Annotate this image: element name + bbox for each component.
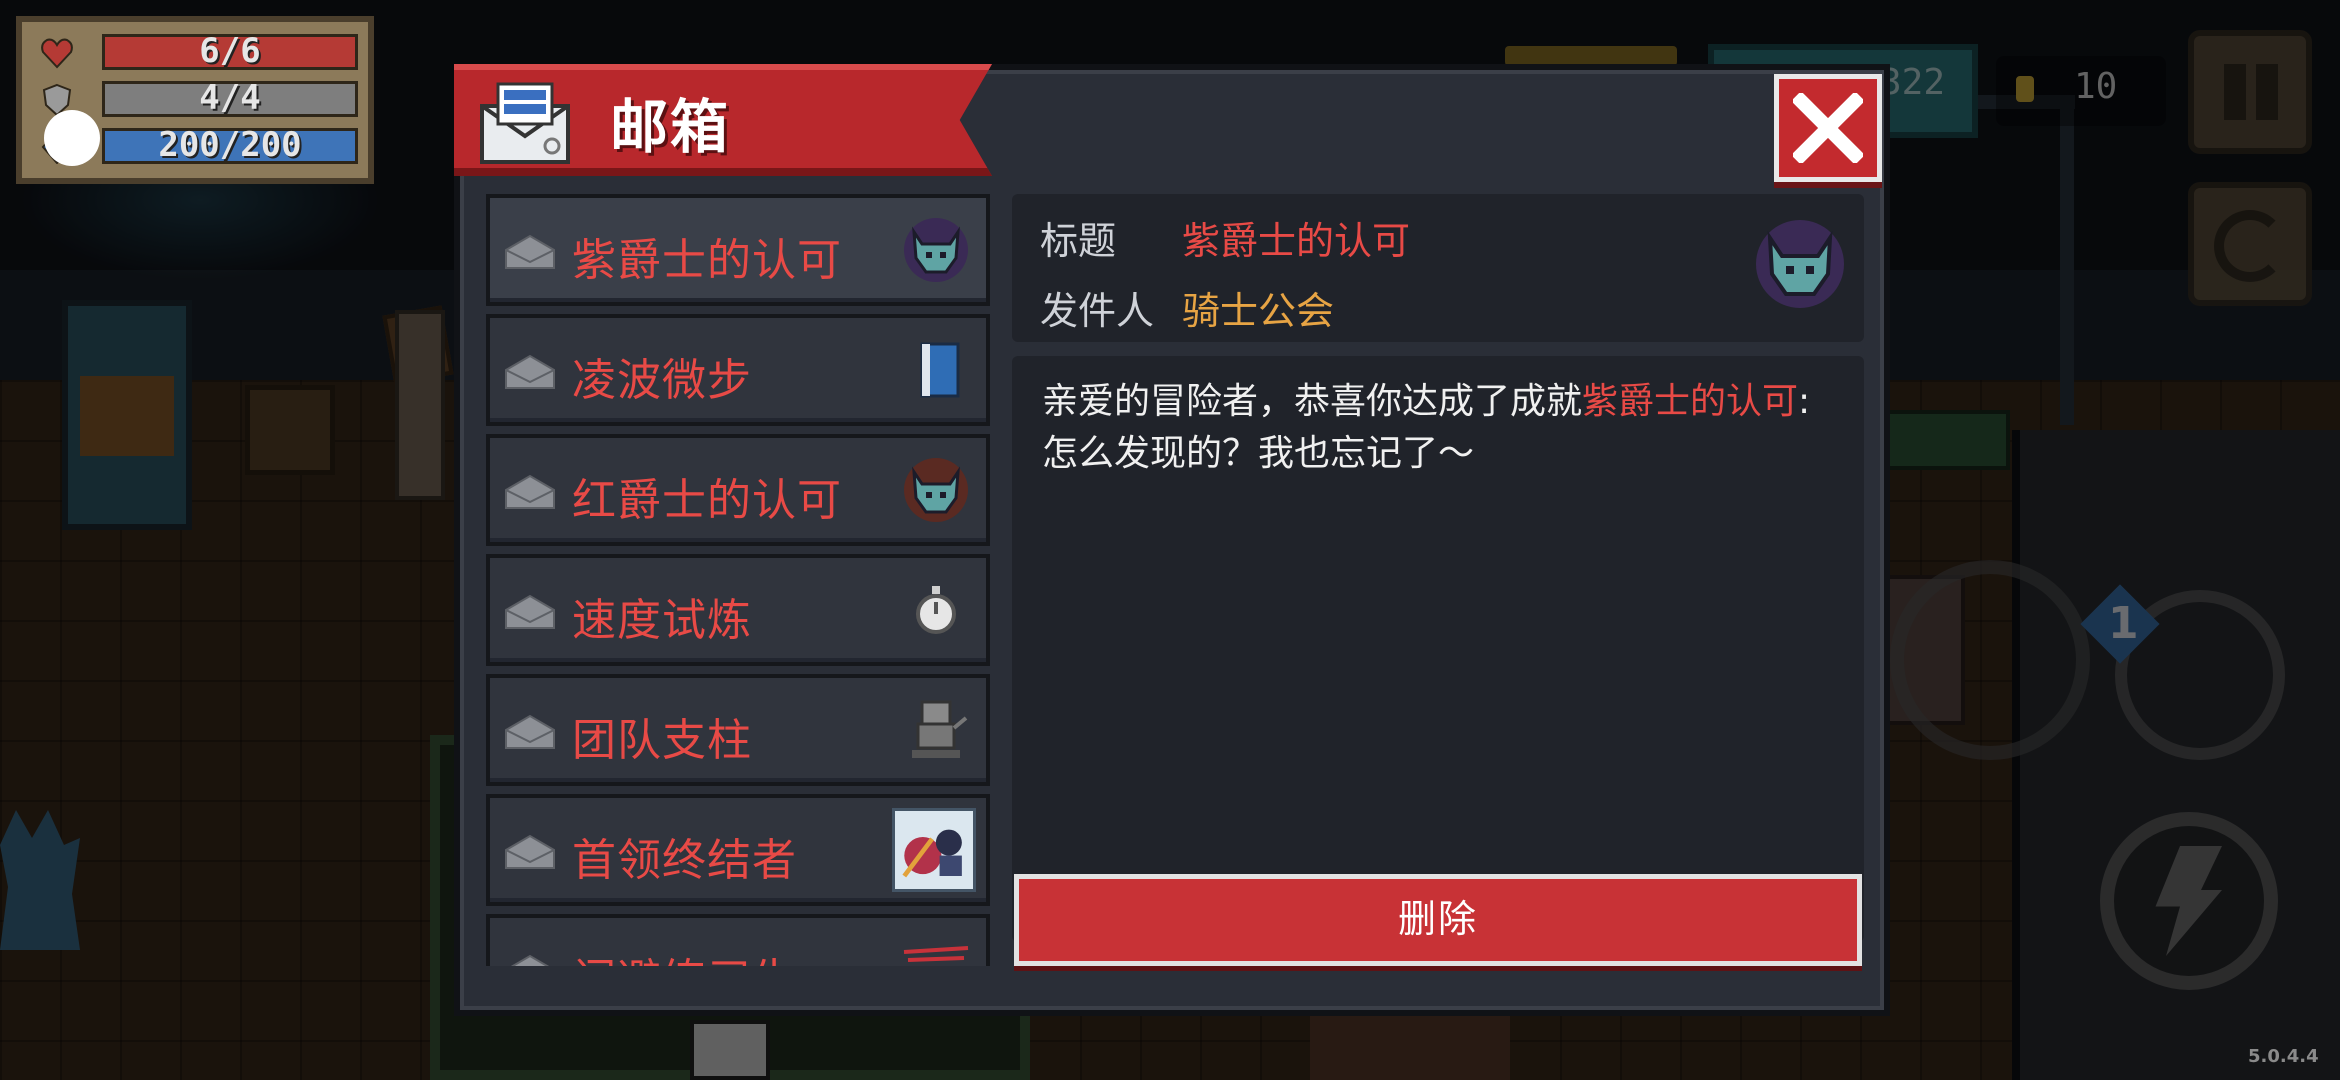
close-x-icon <box>1793 93 1863 163</box>
hp-row: 6/6 <box>41 31 358 74</box>
mail-detail-header: 标题 紫爵士的认可 发件人 骑士公会 <box>1012 194 1864 342</box>
robot-statue-icon <box>912 700 968 758</box>
mail-list[interactable]: 紫爵士的认可 凌波微步 红爵士的认可 速度试炼 团队支柱 首领终结者 <box>486 194 990 966</box>
mail-body-text: 亲爱的冒险者，恭喜你达成了成就紫爵士的认可: 怎么发现的？我也忘记了～ <box>1042 381 1811 474</box>
armor-value: 4/4 <box>199 78 261 118</box>
mail-title: 凌波微步 <box>572 355 752 406</box>
opened-envelope-icon <box>505 234 555 269</box>
opened-envelope-icon <box>505 474 555 509</box>
heart-icon <box>41 38 73 69</box>
mail-item[interactable]: 首领终结者 <box>486 794 990 906</box>
sender-label: 发件人 <box>1040 289 1155 333</box>
close-button[interactable] <box>1774 74 1882 182</box>
energy-row: 200/200 <box>41 125 358 168</box>
mail-body: 亲爱的冒险者，恭喜你达成了成就紫爵士的认可: 怎么发现的？我也忘记了～ <box>1012 356 1864 942</box>
achievement-name: 紫爵士的认可 <box>1582 381 1799 422</box>
opened-envelope-icon <box>505 834 555 869</box>
mail-title: 红爵士的认可 <box>572 475 842 526</box>
hp-value: 6/6 <box>199 31 261 71</box>
mail-title: 团队支柱 <box>572 715 752 766</box>
red-knight-helmet-icon <box>904 458 968 522</box>
opened-envelope-icon <box>510 954 550 966</box>
mail-item[interactable]: 凌波微步 <box>486 314 990 426</box>
mail-item[interactable]: 红爵士的认可 <box>486 434 990 546</box>
red-slash-icon <box>903 946 969 962</box>
mail-title: 闪避练习生 <box>572 944 797 966</box>
purple-knight-helmet-icon <box>904 218 968 282</box>
opened-envelope-icon <box>505 354 555 389</box>
title-value: 紫爵士的认可 <box>1182 219 1411 263</box>
mail-item[interactable]: 速度试炼 <box>486 554 990 666</box>
version-label: 5.0.4.4 <box>2248 1046 2319 1067</box>
stopwatch-icon <box>916 586 956 634</box>
energy-value: 200/200 <box>158 125 302 165</box>
mail-item[interactable]: 团队支柱 <box>486 674 990 786</box>
blue-book-icon <box>920 342 960 398</box>
mail-title: 紫爵士的认可 <box>572 235 842 286</box>
delete-button[interactable]: 删除 <box>1014 874 1862 966</box>
mail-item[interactable]: 紫爵士的认可 <box>486 194 990 306</box>
touch-indicator <box>44 110 100 166</box>
mail-envelope-icon <box>480 82 570 164</box>
armor-row: 4/4 <box>42 78 358 121</box>
mail-item[interactable]: 闪避练习生 <box>486 914 990 966</box>
boss-portrait-icon <box>892 808 976 892</box>
mailbox-header: 邮箱 <box>454 64 992 176</box>
sender-value: 骑士公会 <box>1182 289 1335 333</box>
purple-knight-helmet-icon <box>1756 220 1844 308</box>
mailbox-dialog: 邮箱 紫爵士的认可 凌波微步 红爵士的认可 速度试炼 团队支柱 首领终结者 标题… <box>454 64 1890 1016</box>
mailbox-title: 邮箱 <box>610 93 731 161</box>
mail-title: 首领终结者 <box>572 835 797 886</box>
opened-envelope-icon <box>505 714 555 749</box>
mail-title: 速度试炼 <box>572 595 752 646</box>
opened-envelope-icon <box>505 594 555 629</box>
title-label: 标题 <box>1040 219 1117 263</box>
